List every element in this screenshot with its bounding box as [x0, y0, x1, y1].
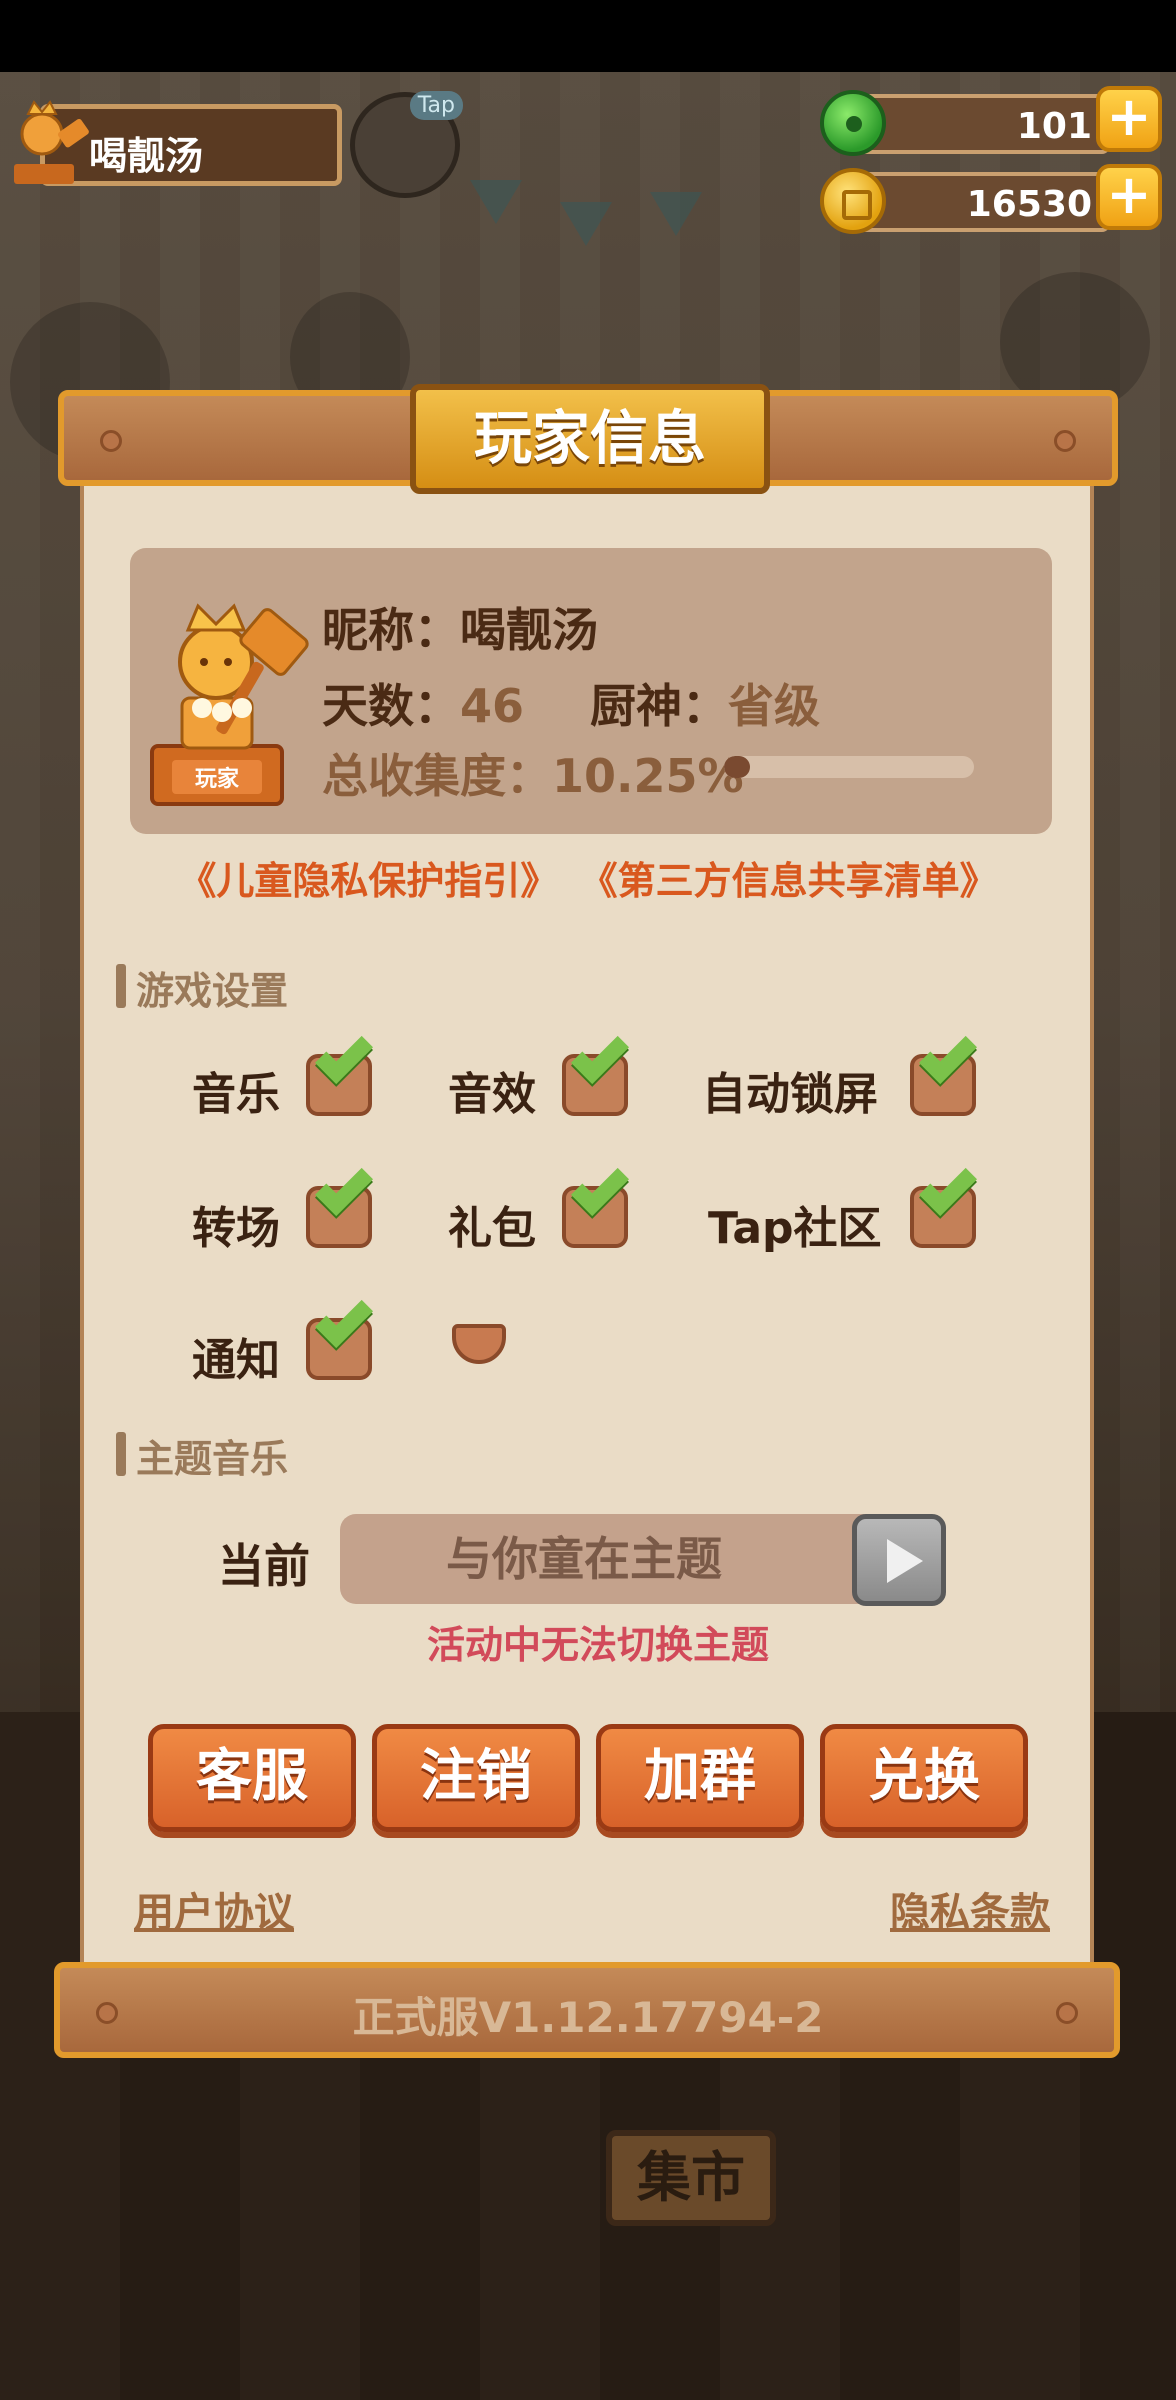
add-gems-button[interactable]: + — [1096, 86, 1162, 152]
current-theme-field: 与你童在主题 — [340, 1514, 900, 1604]
setting-sfx-label: 音效 — [448, 1069, 536, 1120]
current-theme-label: 当前 — [218, 1539, 310, 1593]
setting-sfx-checkbox[interactable] — [562, 1026, 629, 1116]
child-privacy-link[interactable]: 《儿童隐私保护指引》 — [178, 859, 558, 903]
add-coins-button[interactable]: + — [1096, 164, 1162, 230]
setting-tap-community-checkbox[interactable] — [910, 1158, 977, 1248]
days-value: 46 — [460, 679, 525, 733]
setting-notification-label: 通知 — [192, 1335, 280, 1386]
setting-gift-checkbox[interactable] — [562, 1158, 629, 1248]
trophy-label: 玩家 — [195, 766, 240, 792]
collection-label: 总收集度： — [322, 749, 552, 803]
version-label: 正式服V1.12.17794-2 — [352, 1993, 824, 2042]
chef-rank-row: 厨神：省级 — [590, 670, 820, 736]
chef-rank-value: 省级 — [728, 679, 820, 733]
nickname-row: 昵称：喝靓汤 — [322, 594, 598, 660]
collection-row: 总收集度：10.25% — [322, 740, 744, 806]
nail-icon — [1054, 430, 1076, 452]
third-party-sharing-link[interactable]: 《第三方信息共享清单》 — [580, 859, 998, 903]
logout-button[interactable]: 注销 — [372, 1724, 580, 1832]
chef-label: 厨神： — [590, 679, 728, 733]
join-group-button[interactable]: 加群 — [596, 1724, 804, 1832]
setting-transition-label: 转场 — [192, 1203, 280, 1254]
setting-autolock-checkbox[interactable] — [910, 1026, 977, 1116]
days-row: 天数：46 — [322, 670, 524, 736]
dialog-title: 玩家信息 — [410, 384, 770, 494]
theme-music-title: 主题音乐 — [115, 1428, 288, 1483]
gem-count: 101 — [1016, 106, 1092, 147]
redeem-button[interactable]: 兑换 — [820, 1724, 1028, 1832]
coin-icon — [820, 168, 886, 234]
collection-progress-bar — [724, 756, 974, 778]
nickname-label: 昵称： — [322, 603, 460, 657]
coin-count: 16530 — [966, 184, 1092, 225]
customer-service-button[interactable]: 客服 — [148, 1724, 356, 1832]
player-avatar-icon[interactable] — [4, 94, 94, 190]
collection-progress-fill — [724, 756, 750, 778]
market-sign: 集市 — [606, 2130, 776, 2226]
setting-autolock-label: 自动锁屏 — [702, 1069, 878, 1120]
setting-music-label: 音乐 — [192, 1069, 280, 1120]
collection-value: 10.25% — [552, 749, 744, 803]
tap-community-button[interactable]: Tap — [350, 91, 463, 198]
setting-gift-label: 礼包 — [448, 1203, 536, 1254]
privacy-links: 《儿童隐私保护指引》 《第三方信息共享清单》 — [0, 850, 1176, 905]
nickname-value: 喝靓汤 — [460, 603, 598, 657]
setting-music-checkbox[interactable] — [306, 1026, 373, 1116]
days-label: 天数： — [322, 679, 460, 733]
tap-label: Tap — [409, 91, 463, 120]
player-name: 喝靓汤 — [89, 134, 204, 178]
player-trophy-icon: 玩家 — [150, 603, 309, 806]
nail-icon — [100, 430, 122, 452]
status-bar — [0, 0, 1176, 72]
user-agreement-link[interactable]: 用户协议 — [134, 1880, 294, 1938]
game-settings-title: 游戏设置 — [115, 960, 288, 1015]
play-theme-button[interactable] — [852, 1514, 946, 1606]
setting-transition-checkbox[interactable] — [306, 1158, 373, 1248]
privacy-terms-link[interactable]: 隐私条款 — [890, 1880, 1050, 1938]
jade-gem-icon — [820, 90, 886, 156]
setting-tap-community-label: Tap社区 — [708, 1203, 882, 1254]
setting-notification-checkbox[interactable] — [306, 1290, 373, 1380]
theme-switch-warning: 活动中无法切换主题 — [426, 1623, 769, 1667]
